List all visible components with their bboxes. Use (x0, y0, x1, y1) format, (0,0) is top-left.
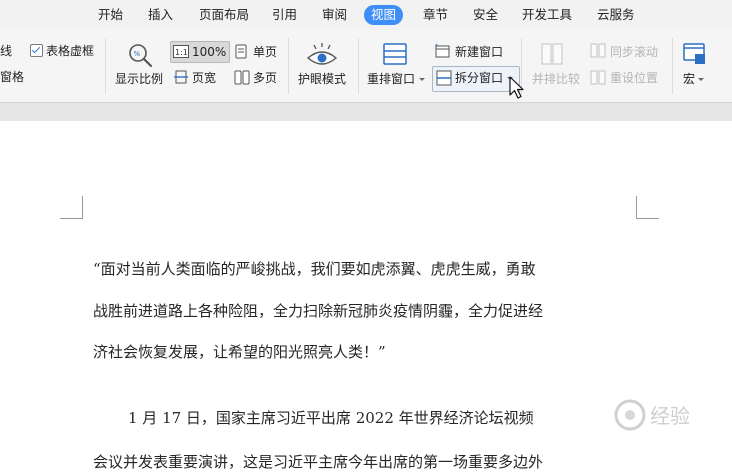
ribbon-separator (0, 102, 732, 121)
side-by-side-icon[interactable] (541, 43, 563, 65)
document-line-5: 会议并发表重要演讲，这是习近平主席今年出席的第一场重要多边外 (93, 453, 544, 471)
chevron-down-icon[interactable] (698, 78, 704, 81)
chevron-down-icon[interactable] (419, 78, 425, 81)
new-window-label[interactable]: 新建窗口 (455, 45, 503, 59)
menu-page-layout[interactable]: 页面布局 (199, 7, 249, 23)
document-line-2: 战胜前进道路上各种险阻，全力扫除新冠肺炎疫情阴霾，全力促进经 (93, 302, 544, 320)
ribbon-toolbar (0, 30, 732, 102)
menu-cloud[interactable]: 云服务 (597, 7, 635, 23)
side-by-side-label[interactable]: 并排比较 (532, 72, 580, 86)
one-to-one-icon: 1:1 (173, 45, 189, 58)
split-window-label: 拆分窗口 (455, 71, 504, 85)
macro-label[interactable]: 宏 (683, 72, 695, 86)
mouse-cursor-icon (509, 76, 524, 99)
menu-bar: 开始 插入 页面布局 引用 审阅 视图 章节 安全 开发工具 云服务 (0, 0, 732, 30)
svg-text:1:1: 1:1 (175, 48, 188, 57)
zoom-label[interactable]: 显示比例 (115, 72, 163, 86)
sync-scroll-icon[interactable] (590, 43, 606, 58)
menu-references[interactable]: 引用 (272, 7, 297, 23)
menu-insert[interactable]: 插入 (148, 7, 173, 23)
window-partial-label[interactable]: 窗格 (0, 70, 24, 84)
document-line-3: 济社会恢复发展，让希望的阳光照亮人类！” (93, 343, 386, 361)
table-gridlines-checkbox[interactable] (30, 44, 43, 57)
new-window-icon[interactable]: * (435, 43, 451, 58)
zoom-100-label: 100% (192, 45, 227, 59)
page-margin-corner-right (636, 196, 659, 219)
gridline-partial-label[interactable]: 线 (0, 44, 12, 58)
document-line-1: “面对当前人类面临的严峻挑战，我们要如虎添翼、虎虎生威，勇敢 (93, 260, 536, 278)
arrange-window-icon[interactable] (383, 43, 407, 65)
single-page-label[interactable]: 单页 (253, 45, 277, 59)
menu-view[interactable]: 视图 (364, 5, 404, 25)
split-window-icon (436, 70, 452, 86)
table-gridlines-label[interactable]: 表格虚框 (46, 44, 94, 58)
menu-security[interactable]: 安全 (473, 7, 498, 23)
single-page-icon[interactable] (235, 44, 248, 59)
sync-scroll-label[interactable]: 同步滚动 (610, 45, 658, 59)
svg-text:%: % (134, 50, 141, 58)
svg-text:经验: 经验 (650, 404, 690, 428)
eye-protection-label[interactable]: 护眼模式 (298, 72, 346, 86)
reset-position-label[interactable]: 重设位置 (610, 71, 658, 85)
svg-text:*: * (435, 43, 438, 50)
menu-home[interactable]: 开始 (98, 7, 123, 23)
multi-page-label[interactable]: 多页 (253, 71, 277, 85)
document-line-4: 1 月 17 日，国家主席习近平出席 2022 年世界经济论坛视频 (128, 409, 534, 427)
page-width-label[interactable]: 页宽 (192, 71, 216, 85)
document-page[interactable]: “面对当前人类面临的严峻挑战，我们要如虎添翼、虎虎生威，勇敢 战胜前进道路上各种… (0, 121, 732, 474)
menu-developer[interactable]: 开发工具 (522, 7, 572, 23)
page-width-icon[interactable] (174, 70, 188, 84)
eye-icon[interactable] (306, 42, 338, 68)
multi-page-icon[interactable] (234, 70, 250, 85)
menu-review[interactable]: 审阅 (322, 7, 347, 23)
page-margin-corner-left (60, 196, 83, 219)
menu-chapter[interactable]: 章节 (423, 7, 448, 23)
zoom-icon[interactable]: % (127, 42, 153, 68)
watermark-logo: 经验 (614, 399, 690, 431)
reset-position-icon[interactable] (590, 70, 606, 85)
macro-icon[interactable] (683, 43, 707, 65)
arrange-window-label[interactable]: 重排窗口 (367, 72, 415, 86)
